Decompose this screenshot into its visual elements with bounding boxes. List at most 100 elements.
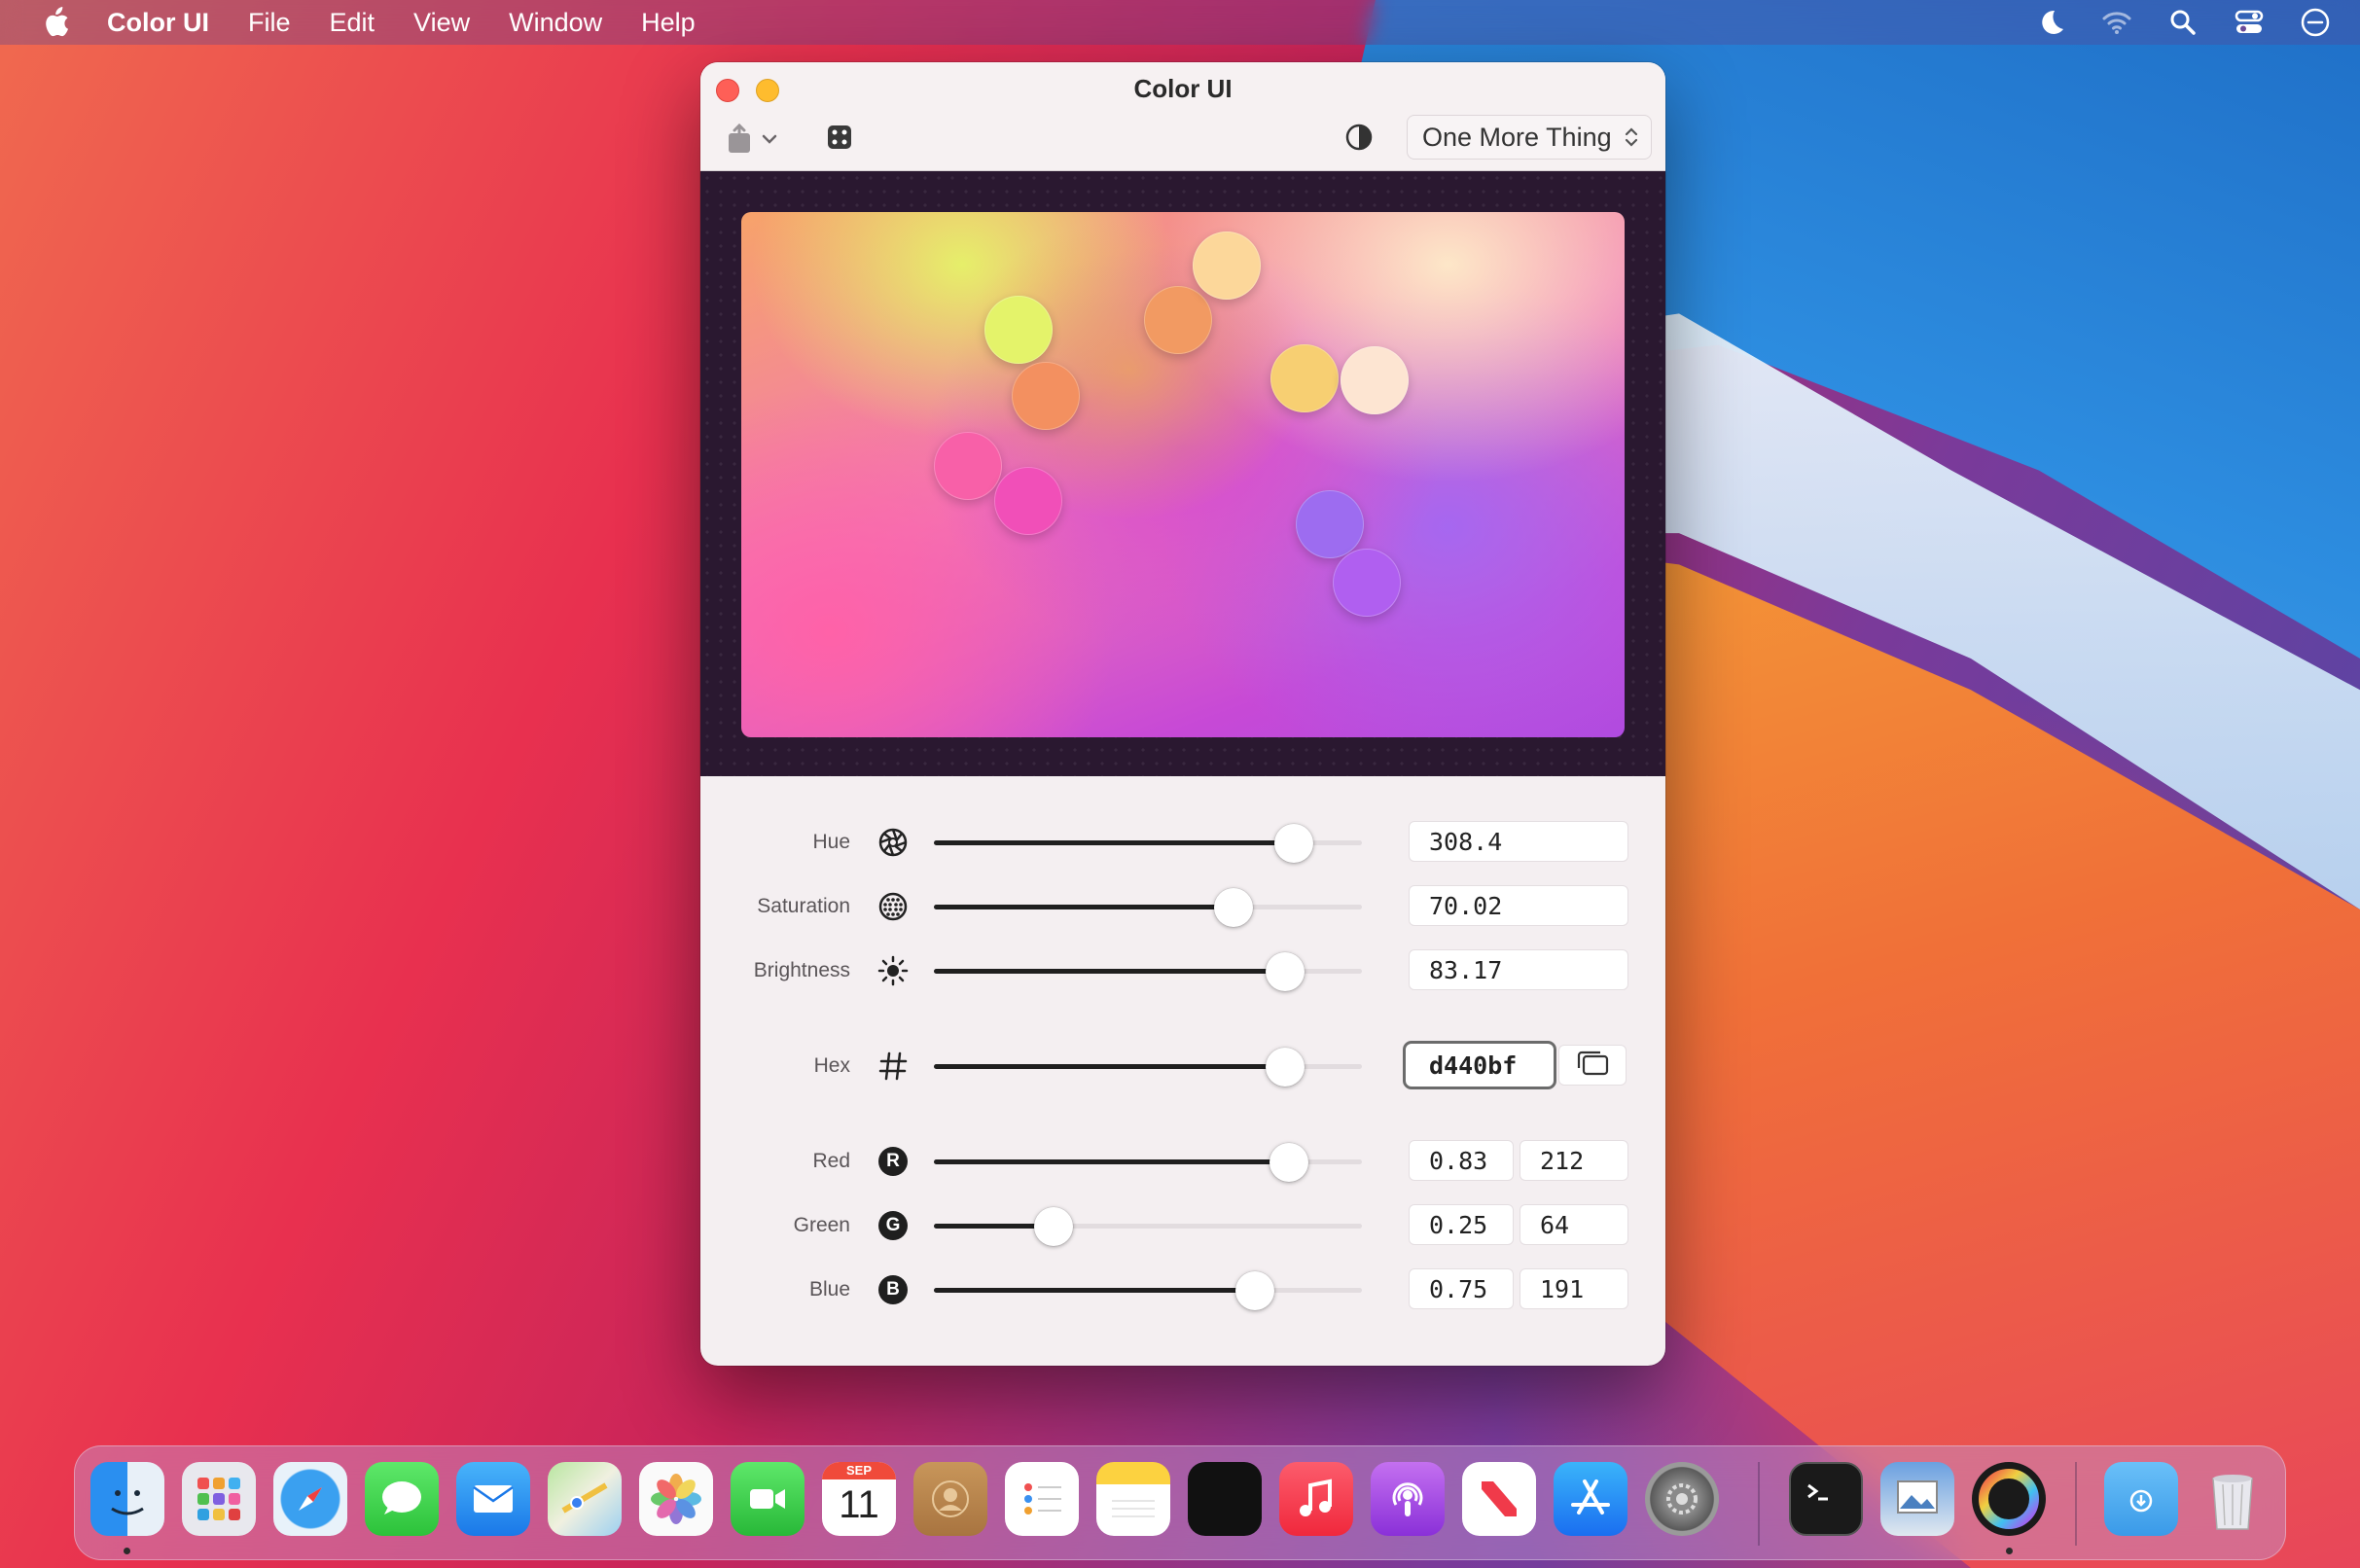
music-icon[interactable] (1279, 1462, 1353, 1536)
up-down-chevron-icon (1624, 125, 1639, 157)
calendar-month: SEP (822, 1462, 896, 1479)
hex-label: Hex (813, 1054, 850, 1077)
podcasts-icon[interactable] (1371, 1462, 1445, 1536)
red-slider[interactable] (934, 1143, 1362, 1182)
menu-file[interactable]: File (248, 8, 291, 38)
green-slider[interactable] (934, 1207, 1362, 1246)
calendar-day: 11 (839, 1483, 879, 1526)
color-scheme-select[interactable]: One More Thing (1407, 115, 1652, 160)
saturation-label: Saturation (757, 895, 850, 917)
color-ui-app-icon[interactable] (1972, 1462, 2046, 1536)
contacts-icon[interactable] (913, 1462, 987, 1536)
color-bubble (1333, 549, 1401, 617)
running-indicator (2006, 1548, 2013, 1554)
facetime-icon[interactable] (731, 1462, 805, 1536)
calendar-icon[interactable]: SEP 11 (822, 1462, 896, 1536)
hex-slider[interactable] (934, 1048, 1362, 1087)
blue-int-field[interactable]: 191 (1520, 1268, 1628, 1309)
green-int-field[interactable]: 64 (1520, 1204, 1628, 1245)
color-bubble (1270, 344, 1339, 412)
blue-slider[interactable] (934, 1271, 1362, 1310)
share-menu-button[interactable] (726, 124, 778, 155)
title-bar: Color UI One More Thing (700, 62, 1665, 171)
menu-help[interactable]: Help (641, 8, 696, 38)
green-channel-icon: G (877, 1210, 909, 1241)
saturation-field[interactable]: 70.02 (1409, 885, 1628, 926)
running-indicator (124, 1548, 130, 1554)
mail-icon[interactable] (456, 1462, 530, 1536)
saturation-row: Saturation 70.02 (700, 885, 1665, 928)
color-bubble (1144, 286, 1212, 354)
hex-field[interactable]: d440bf (1403, 1041, 1556, 1089)
maps-icon[interactable] (548, 1462, 622, 1536)
color-bubble (1296, 490, 1364, 558)
dock: SEP 11 (74, 1445, 2286, 1560)
blue-slider-thumb[interactable] (1235, 1271, 1274, 1310)
hue-icon (877, 827, 909, 858)
notes-icon[interactable] (1096, 1462, 1170, 1536)
reminders-icon[interactable] (1005, 1462, 1079, 1536)
color-preview-canvas (741, 212, 1625, 737)
brightness-label: Brightness (753, 959, 850, 981)
search-icon[interactable] (2167, 7, 2199, 38)
color-bubble (1193, 232, 1261, 300)
apple-tv-icon[interactable] (1188, 1462, 1262, 1536)
messages-icon[interactable] (365, 1462, 439, 1536)
brightness-field[interactable]: 83.17 (1409, 949, 1628, 990)
trash-icon[interactable] (2196, 1462, 2270, 1536)
menu-view[interactable]: View (413, 8, 470, 38)
menu-window[interactable]: Window (509, 8, 602, 38)
dice-icon (827, 125, 852, 154)
hue-slider[interactable] (934, 824, 1362, 863)
finder-icon[interactable] (90, 1462, 164, 1536)
menu-bar: Color UI File Edit View Window Help (0, 0, 2360, 45)
green-float-field[interactable]: 0.25 (1409, 1204, 1514, 1245)
saturation-slider-thumb[interactable] (1214, 888, 1253, 927)
apple-icon[interactable] (41, 7, 70, 37)
red-int-field[interactable]: 212 (1520, 1140, 1628, 1181)
menu-edit[interactable]: Edit (330, 8, 375, 38)
hue-slider-fill (934, 840, 1294, 845)
red-badge: R (878, 1147, 908, 1176)
blue-channel-icon: B (877, 1274, 909, 1305)
preview-app-icon[interactable] (1880, 1462, 1954, 1536)
downloads-folder-icon[interactable] (2104, 1462, 2178, 1536)
brightness-slider-thumb[interactable] (1265, 952, 1305, 991)
blue-row: Blue B 0.75 191 (700, 1268, 1665, 1311)
menu-app-name[interactable]: Color UI (107, 8, 209, 38)
red-float-field[interactable]: 0.83 (1409, 1140, 1514, 1181)
red-slider-thumb[interactable] (1269, 1143, 1309, 1182)
red-slider-fill (934, 1159, 1290, 1164)
control-center-icon[interactable] (2234, 7, 2265, 38)
copy-hex-button[interactable] (1558, 1045, 1627, 1086)
photos-icon[interactable] (639, 1462, 713, 1536)
hue-field[interactable]: 308.4 (1409, 821, 1628, 862)
system-preferences-icon[interactable] (1645, 1462, 1719, 1536)
moon-icon[interactable] (2035, 7, 2066, 38)
appearance-toggle-button[interactable] (1344, 123, 1374, 157)
hue-row: Hue 308.4 (700, 821, 1665, 864)
terminal-icon[interactable] (1789, 1462, 1863, 1536)
hex-slider-thumb[interactable] (1265, 1048, 1305, 1087)
saturation-slider-fill (934, 905, 1234, 909)
window-title: Color UI (1133, 74, 1233, 103)
launchpad-icon[interactable] (182, 1462, 256, 1536)
dock-separator (1758, 1462, 1760, 1546)
green-label: Green (793, 1214, 850, 1236)
green-badge: G (878, 1211, 908, 1240)
color-bubble (1341, 346, 1409, 414)
app-store-icon[interactable] (1554, 1462, 1627, 1536)
brightness-slider[interactable] (934, 952, 1362, 991)
green-row: Green G 0.25 64 (700, 1204, 1665, 1247)
blue-badge: B (878, 1275, 908, 1304)
news-icon[interactable] (1462, 1462, 1536, 1536)
safari-icon[interactable] (273, 1462, 347, 1536)
green-slider-thumb[interactable] (1034, 1207, 1074, 1246)
wifi-icon[interactable] (2101, 7, 2132, 38)
saturation-slider[interactable] (934, 888, 1362, 927)
siri-icon[interactable] (2300, 7, 2331, 38)
hue-slider-thumb[interactable] (1273, 824, 1313, 863)
randomize-button[interactable] (827, 125, 852, 155)
hex-row: Hex d440bf (700, 1041, 1665, 1089)
blue-float-field[interactable]: 0.75 (1409, 1268, 1514, 1309)
